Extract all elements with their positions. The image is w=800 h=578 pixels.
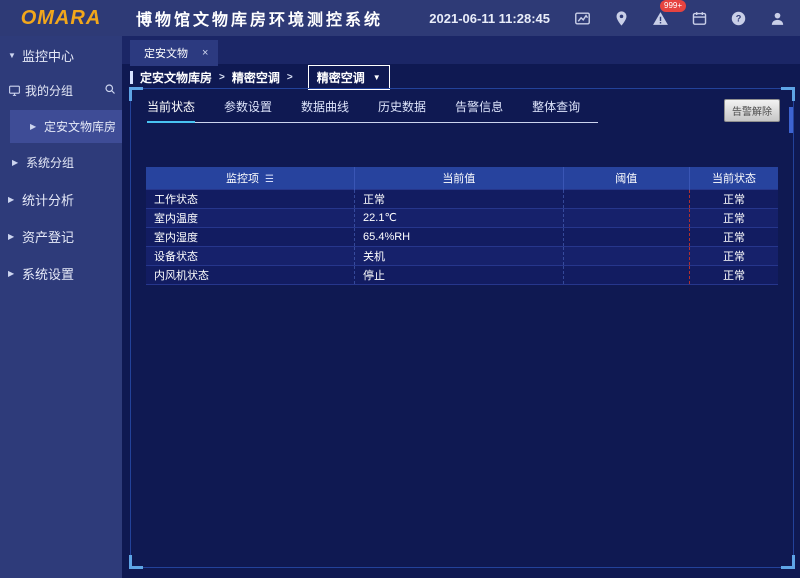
tab-alarm-info[interactable]: 告警信息 — [455, 98, 503, 123]
sidebar-item-monitoring-center[interactable]: ▼ 监控中心 — [0, 36, 122, 73]
datetime-display: 2021-06-11 11:28:45 — [429, 11, 550, 26]
main-content: 定安文物 × 定安文物库房 > 精密空调 > 精密空调 ▼ 当前状态 参数设置 … — [122, 36, 800, 578]
panel-corner-decoration — [129, 87, 143, 101]
sidebar-nav: ▼ 监控中心 我的分组 ▶ 定安文物库房 ▶ 系统分组 ▶ 统计分析 ▶ 资产登… — [0, 36, 122, 578]
tab-data-curve[interactable]: 数据曲线 — [301, 98, 349, 123]
cell-item: 内风机状态 — [146, 265, 355, 284]
tab-current-status[interactable]: 当前状态 — [147, 98, 195, 123]
column-header-threshold[interactable]: 阈值 — [563, 167, 689, 189]
device-dropdown-value: 精密空调 — [317, 69, 365, 86]
breadcrumb: 定安文物库房 > 精密空调 > 精密空调 ▼ — [122, 64, 800, 90]
cell-item: 室内温度 — [146, 208, 355, 227]
cell-current-value: 关机 — [355, 246, 564, 265]
status-badge: 正常 — [689, 189, 778, 208]
topbar-actions: 2021-06-11 11:28:45 999+ ? — [429, 9, 800, 27]
panel-corner-decoration — [129, 555, 143, 569]
cell-threshold — [563, 189, 689, 208]
sidebar-item-system-settings[interactable]: ▶ 系统设置 — [0, 254, 122, 291]
table-header-row: 监控项☰ 当前值 阈值 当前状态 — [146, 167, 778, 189]
status-badge: 正常 — [689, 227, 778, 246]
alarm-count-badge: 999+ — [660, 0, 686, 12]
brand-logo: OMARA — [21, 7, 102, 29]
search-icon[interactable] — [104, 83, 116, 98]
sidebar-item-label: 系统设置 — [22, 264, 74, 283]
caret-right-icon: ▶ — [8, 195, 18, 204]
table-row[interactable]: 设备状态 关机 正常 — [146, 246, 778, 265]
sidebar-item-label: 我的分组 — [25, 82, 104, 99]
panel-tab-bar: 当前状态 参数设置 数据曲线 历史数据 告警信息 整体查询 — [147, 98, 598, 123]
monitoring-table: 监控项☰ 当前值 阈值 当前状态 工作状态 正常 正常 室内温度 22.1℃ — [146, 167, 778, 285]
column-header-status[interactable]: 当前状态 — [689, 167, 778, 189]
status-badge: 正常 — [689, 208, 778, 227]
sidebar-item-asset-registration[interactable]: ▶ 资产登记 — [0, 217, 122, 254]
caret-right-icon: ▶ — [8, 269, 18, 278]
help-icon[interactable]: ? — [729, 9, 747, 27]
sidebar-item-label: 定安文物库房 — [44, 118, 116, 135]
cell-threshold — [563, 208, 689, 227]
location-icon[interactable] — [612, 9, 630, 27]
sidebar-item-group-selected[interactable]: ▶ 定安文物库房 — [10, 110, 122, 143]
status-badge: 正常 — [689, 265, 778, 284]
breadcrumb-section[interactable]: 精密空调 — [232, 69, 280, 86]
tab-history-data[interactable]: 历史数据 — [378, 98, 426, 123]
sidebar-item-label: 统计分析 — [22, 190, 74, 209]
breadcrumb-separator: > — [287, 72, 293, 83]
logo-container: OMARA — [0, 7, 122, 30]
sidebar-item-label: 资产登记 — [22, 227, 74, 246]
alarm-clear-button[interactable]: 告警解除 — [724, 99, 780, 122]
caret-right-icon: ▶ — [12, 158, 22, 167]
caret-right-icon: ▶ — [30, 122, 40, 131]
monitor-icon — [8, 84, 21, 98]
sidebar-item-my-groups[interactable]: 我的分组 — [0, 73, 122, 108]
status-badge: 正常 — [689, 246, 778, 265]
page-title: 博物馆文物库房环境测控系统 — [136, 6, 383, 30]
status-panel: 当前状态 参数设置 数据曲线 历史数据 告警信息 整体查询 告警解除 监控项☰ … — [130, 88, 794, 568]
caret-down-icon: ▼ — [8, 51, 18, 60]
sidebar-item-statistics[interactable]: ▶ 统计分析 — [0, 180, 122, 217]
tab-dingan[interactable]: 定安文物 × — [130, 40, 218, 66]
cell-current-value: 22.1℃ — [355, 208, 564, 227]
tab-overall-query[interactable]: 整体查询 — [532, 98, 580, 123]
close-icon[interactable]: × — [202, 47, 208, 59]
sidebar-item-label: 系统分组 — [26, 154, 74, 171]
column-header-current-value[interactable]: 当前值 — [355, 167, 564, 189]
cell-current-value: 65.4%RH — [355, 227, 564, 246]
chevron-down-icon: ▼ — [373, 73, 381, 82]
tab-parameter-settings[interactable]: 参数设置 — [224, 98, 272, 123]
cell-item: 室内湿度 — [146, 227, 355, 246]
calendar-icon[interactable] — [690, 9, 708, 27]
caret-right-icon: ▶ — [8, 232, 18, 241]
panel-corner-decoration — [781, 87, 795, 101]
panel-corner-decoration — [781, 555, 795, 569]
cell-item: 工作状态 — [146, 189, 355, 208]
cell-item: 设备状态 — [146, 246, 355, 265]
column-header-item[interactable]: 监控项☰ — [146, 167, 355, 189]
breadcrumb-accent-bar — [130, 71, 133, 84]
breadcrumb-separator: > — [219, 72, 225, 83]
table-row[interactable]: 工作状态 正常 正常 — [146, 189, 778, 208]
sidebar-item-system-groups[interactable]: ▶ 系统分组 — [0, 145, 122, 180]
cell-threshold — [563, 227, 689, 246]
table-row[interactable]: 室内湿度 65.4%RH 正常 — [146, 227, 778, 246]
device-dropdown[interactable]: 精密空调 ▼ — [308, 65, 390, 90]
cell-threshold — [563, 246, 689, 265]
scrollbar-thumb[interactable] — [789, 107, 793, 133]
list-menu-icon[interactable]: ☰ — [265, 174, 274, 185]
breadcrumb-root[interactable]: 定安文物库房 — [140, 69, 212, 86]
alarm-icon[interactable]: 999+ — [651, 9, 669, 27]
cell-current-value: 停止 — [355, 265, 564, 284]
open-tabs-bar: 定安文物 × — [122, 36, 800, 64]
screenshot-icon[interactable] — [573, 9, 591, 27]
table-row[interactable]: 室内温度 22.1℃ 正常 — [146, 208, 778, 227]
cell-threshold — [563, 265, 689, 284]
tab-label: 定安文物 — [144, 45, 188, 61]
sidebar-item-label: 监控中心 — [22, 46, 74, 65]
cell-current-value: 正常 — [355, 189, 564, 208]
svg-text:?: ? — [735, 13, 741, 23]
table-row[interactable]: 内风机状态 停止 正常 — [146, 265, 778, 284]
user-icon[interactable] — [768, 9, 786, 27]
top-header-bar: OMARA 博物馆文物库房环境测控系统 2021-06-11 11:28:45 … — [0, 0, 800, 36]
